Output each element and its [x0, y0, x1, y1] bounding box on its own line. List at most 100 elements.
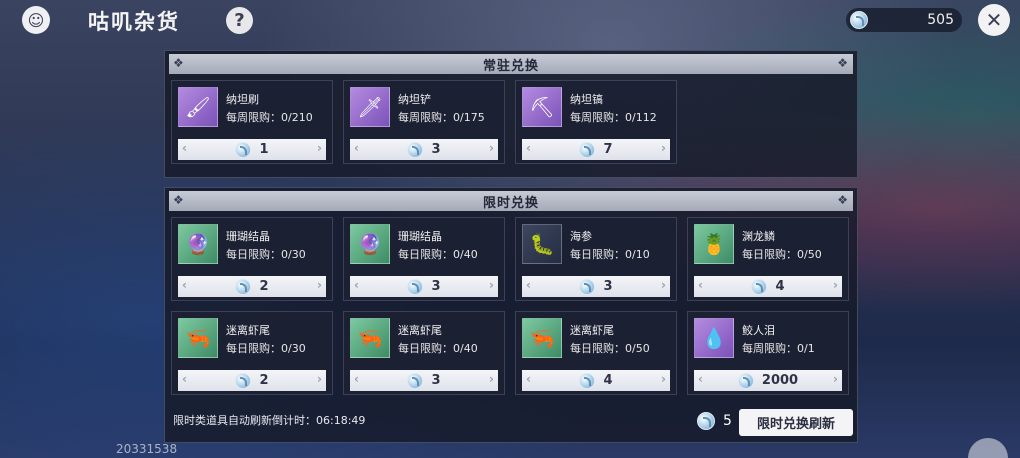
- purchase-limit: 每日限购：0/40: [398, 342, 478, 355]
- chevron-right-icon: ›: [317, 372, 322, 386]
- purchase-limit: 每日限购：0/50: [742, 248, 822, 261]
- coin-icon: [737, 372, 754, 389]
- shrimp-tail-icon: 🦐: [178, 318, 218, 358]
- chevron-right-icon: ›: [661, 141, 666, 155]
- top-bar: ☺ 咕叽杂货 ? 505 ✕: [0, 0, 1020, 40]
- item-name: 珊瑚结晶: [398, 230, 442, 243]
- chevron-right-icon: ›: [661, 278, 666, 292]
- purchase-limit: 每日限购：0/40: [398, 248, 478, 261]
- regular-exchange-panel: ❖ 常驻兑换 ❖ 🖌 纳坦刷 每周限购：0/210 ‹ 1 › 🗡 纳坦铲 每周限购：0/175…: [164, 50, 858, 178]
- chevron-left-icon: ‹: [354, 372, 359, 386]
- item-card[interactable]: 🦐 迷离虾尾 每日限购：0/50 ‹ 4 ›: [515, 311, 677, 395]
- chevron-left-icon: ‹: [182, 372, 187, 386]
- item-card[interactable]: 💧 鲛人泪 每周限购：0/1 ‹ 2000 ›: [687, 311, 849, 395]
- refresh-cost: 5: [697, 412, 732, 430]
- coin-icon: [579, 141, 596, 158]
- section-title: 限时兑换: [482, 195, 539, 211]
- item-card[interactable]: 🗡 纳坦铲每周限购：0/175 ‹ 3 ›: [343, 80, 505, 164]
- coin-icon: [235, 372, 252, 389]
- price-button[interactable]: ‹ 2000 ›: [694, 370, 842, 391]
- help-button[interactable]: ?: [226, 7, 253, 34]
- price-button[interactable]: ‹ 2 ›: [178, 276, 326, 297]
- item-price: 3: [603, 279, 613, 294]
- chevron-right-icon: ›: [317, 278, 322, 292]
- chevron-right-icon: ›: [489, 278, 494, 292]
- ornament-left-icon: ❖: [173, 56, 185, 70]
- chevron-left-icon: ‹: [698, 278, 703, 292]
- item-price: 3: [431, 373, 441, 388]
- price-button[interactable]: ‹ 2 ›: [178, 370, 326, 391]
- section-header: ❖ 常驻兑换 ❖: [169, 54, 853, 74]
- ornament-right-icon: ❖: [837, 56, 849, 70]
- refresh-limited-button[interactable]: 限时兑换刷新: [739, 409, 853, 436]
- currency-amount: 505: [927, 12, 954, 28]
- corner-menu-button[interactable]: [968, 438, 1008, 458]
- ornament-right-icon: ❖: [837, 193, 849, 207]
- page-title: 咕叽杂货: [88, 10, 180, 34]
- coin-icon: [407, 278, 424, 295]
- chevron-left-icon: ‹: [526, 141, 531, 155]
- price-button[interactable]: ‹ 3 ›: [522, 276, 670, 297]
- item-name: 珊瑚结晶: [226, 230, 270, 243]
- coin-icon: [751, 278, 768, 295]
- chevron-left-icon: ‹: [354, 141, 359, 155]
- item-name: 迷离虾尾: [570, 324, 614, 337]
- item-card[interactable]: 🐛 海参 每日限购：0/10 ‹ 3 ›: [515, 217, 677, 301]
- item-name: 渊龙鳞: [742, 230, 775, 243]
- shrimp-tail-icon: 🦐: [522, 318, 562, 358]
- section-title: 常驻兑换: [482, 58, 539, 74]
- coin-icon: [407, 372, 424, 389]
- section-header: ❖ 限时兑换 ❖: [169, 191, 853, 211]
- item-card[interactable]: 🖌 纳坦刷 每周限购：0/210 ‹ 1 ›: [171, 80, 333, 164]
- item-card[interactable]: ⛏ 纳坦镐每周限购：0/112 ‹ 7 ›: [515, 80, 677, 164]
- item-card[interactable]: 🔮 珊瑚结晶 每日限购：0/30 ‹ 2 ›: [171, 217, 333, 301]
- item-name: 迷离虾尾: [398, 324, 442, 337]
- price-button[interactable]: ‹ 7 ›: [522, 139, 670, 160]
- purchase-limit: 每周限购：0/210: [226, 111, 313, 124]
- item-card[interactable]: 🦐 迷离虾尾 每日限购：0/30 ‹ 2 ›: [171, 311, 333, 395]
- currency-display: 505: [846, 8, 962, 32]
- item-name: 纳坦镐: [570, 93, 603, 106]
- item-price: 3: [431, 142, 441, 157]
- item-card[interactable]: 🔮 珊瑚结晶 每日限购：0/40 ‹ 3 ›: [343, 217, 505, 301]
- price-button[interactable]: ‹ 3 ›: [350, 370, 498, 391]
- coin-icon: [697, 412, 715, 430]
- pickaxe-icon: ⛏: [522, 87, 562, 127]
- purchase-limit: 每日限购：0/10: [570, 248, 650, 261]
- price-button[interactable]: ‹ 3 ›: [350, 276, 498, 297]
- chevron-right-icon: ›: [833, 372, 838, 386]
- coral-crystal-icon: 🔮: [178, 224, 218, 264]
- price-button[interactable]: ‹ 1 ›: [178, 139, 326, 160]
- item-card[interactable]: 🦐 迷离虾尾 每日限购：0/40 ‹ 3 ›: [343, 311, 505, 395]
- item-price: 4: [603, 373, 613, 388]
- price-button[interactable]: ‹ 3 ›: [350, 139, 498, 160]
- shovel-icon: 🗡: [350, 87, 390, 127]
- chevron-left-icon: ‹: [182, 141, 187, 155]
- coin-icon: [579, 372, 596, 389]
- item-price: 7: [603, 142, 613, 157]
- item-price: 2000: [761, 373, 799, 388]
- chevron-right-icon: ›: [489, 141, 494, 155]
- purchase-limit: 每周限购：0/175: [398, 111, 485, 124]
- coin-icon: [235, 278, 252, 295]
- chevron-left-icon: ‹: [354, 278, 359, 292]
- price-button[interactable]: ‹ 4 ›: [522, 370, 670, 391]
- chevron-left-icon: ‹: [182, 278, 187, 292]
- chevron-left-icon: ‹: [526, 372, 531, 386]
- coin-icon: [850, 11, 868, 29]
- item-name: 迷离虾尾: [226, 324, 270, 337]
- shop-logo-icon: ☺: [22, 6, 50, 34]
- item-price: 3: [431, 279, 441, 294]
- brush-icon: 🖌: [178, 87, 218, 127]
- close-button[interactable]: ✕: [978, 4, 1010, 36]
- purchase-limit: 每周限购：0/112: [570, 111, 657, 124]
- price-button[interactable]: ‹ 4 ›: [694, 276, 842, 297]
- item-name: 纳坦铲: [398, 93, 431, 106]
- purchase-limit: 每日限购：0/50: [570, 342, 650, 355]
- item-card[interactable]: 🍍 渊龙鳞 每日限购：0/50 ‹ 4 ›: [687, 217, 849, 301]
- refresh-countdown: 限时类道具自动刷新倒计时：06:18:49: [173, 414, 366, 427]
- chevron-left-icon: ‹: [698, 372, 703, 386]
- coin-icon: [407, 141, 424, 158]
- ornament-left-icon: ❖: [173, 193, 185, 207]
- chevron-right-icon: ›: [317, 141, 322, 155]
